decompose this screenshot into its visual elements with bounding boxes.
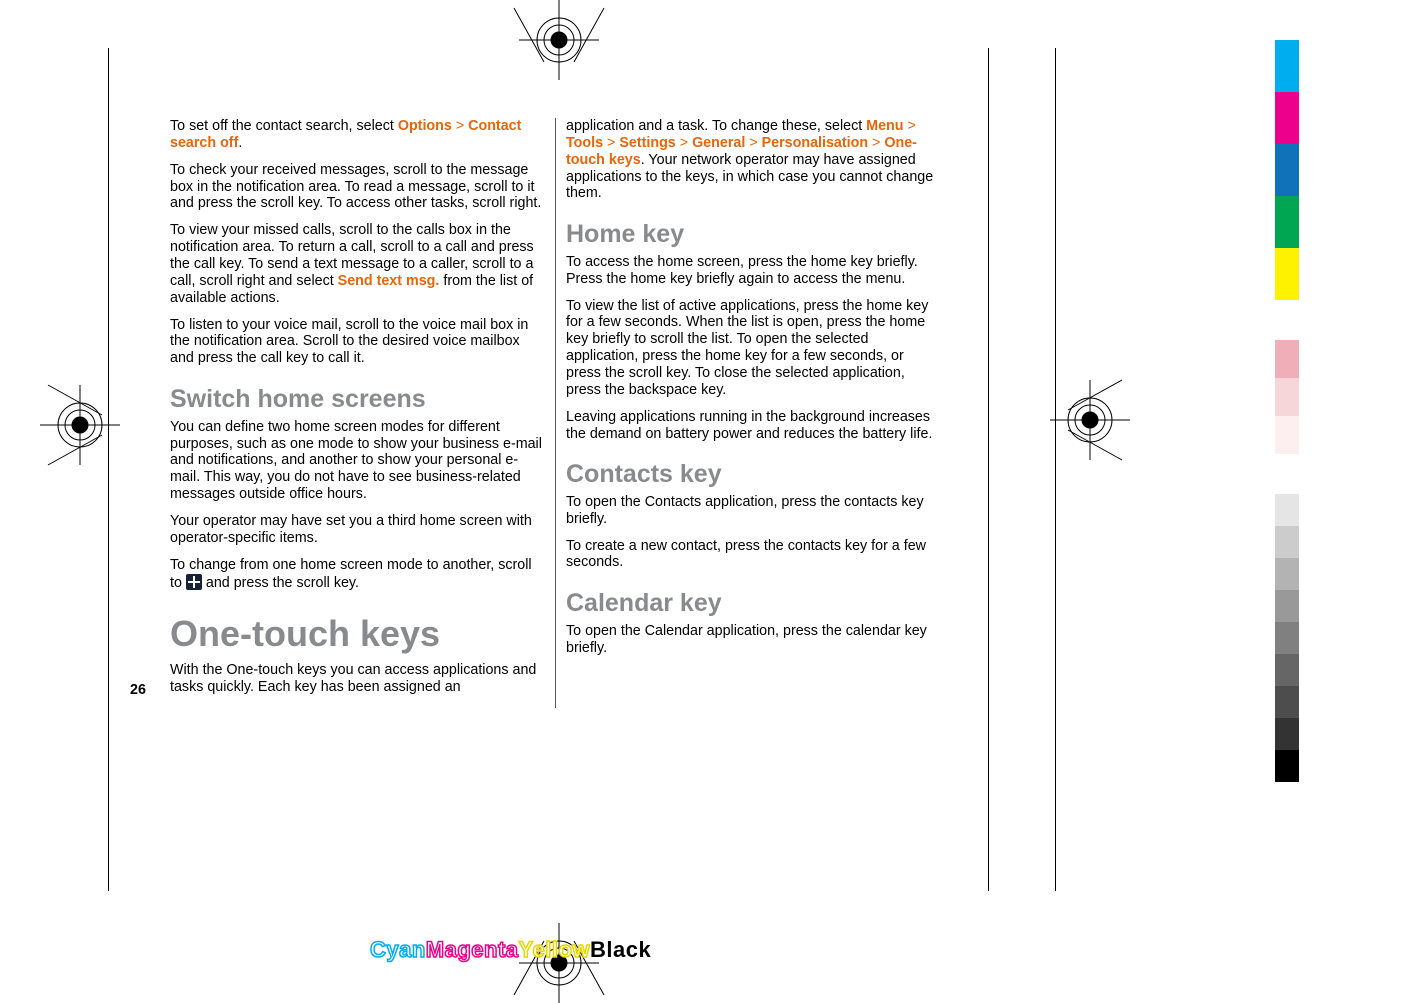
page-content: To set off the contact search, select Op… [170, 118, 940, 708]
body-text: You can define two home screen modes for… [170, 419, 545, 503]
option-link: Options [398, 118, 452, 134]
option-link: Personalisation [762, 135, 868, 151]
document-page: To set off the contact search, select Op… [0, 0, 1409, 1003]
body-text: To set off the contact search, select Op… [170, 118, 545, 152]
option-link: Send text msg. [338, 273, 440, 289]
body-text: To open the Calendar application, press … [566, 623, 940, 657]
body-text: To check your received messages, scroll … [170, 162, 545, 213]
body-text: To view the list of active applications,… [566, 298, 940, 399]
mode-switch-icon [186, 574, 202, 590]
crop-line [988, 48, 989, 891]
registration-mark-icon [1030, 375, 1140, 465]
body-text: With the One-touch keys you can access a… [170, 662, 545, 696]
body-text: Your operator may have set you a third h… [170, 513, 545, 547]
chapter-heading: One-touch keys [170, 613, 545, 655]
registration-mark-icon [30, 380, 140, 470]
right-column: application and a task. To change these,… [555, 118, 940, 708]
cmyk-label: CyanMagentaYellowBlack [370, 937, 651, 963]
option-link: General [692, 135, 745, 151]
body-text: To listen to your voice mail, scroll to … [170, 317, 545, 368]
option-link: Settings [619, 135, 675, 151]
option-link: Tools [566, 135, 603, 151]
registration-mark-icon [504, 0, 614, 80]
body-text: To access the home screen, press the hom… [566, 254, 940, 288]
registration-mark-icon [504, 923, 614, 1003]
body-text: To create a new contact, press the conta… [566, 538, 940, 572]
option-link: Menu [866, 118, 903, 134]
section-heading: Contacts key [566, 460, 940, 490]
body-text: To change from one home screen mode to a… [170, 557, 545, 592]
section-heading: Switch home screens [170, 385, 545, 415]
page-number: 26 [130, 682, 146, 698]
color-bars [1275, 40, 1299, 782]
left-column: To set off the contact search, select Op… [170, 118, 555, 708]
body-text: application and a task. To change these,… [566, 118, 940, 202]
body-text: To open the Contacts application, press … [566, 494, 940, 528]
crop-line [1055, 48, 1056, 891]
section-heading: Home key [566, 220, 940, 250]
body-text: Leaving applications running in the back… [566, 409, 940, 443]
body-text: To view your missed calls, scroll to the… [170, 222, 545, 306]
section-heading: Calendar key [566, 589, 940, 619]
